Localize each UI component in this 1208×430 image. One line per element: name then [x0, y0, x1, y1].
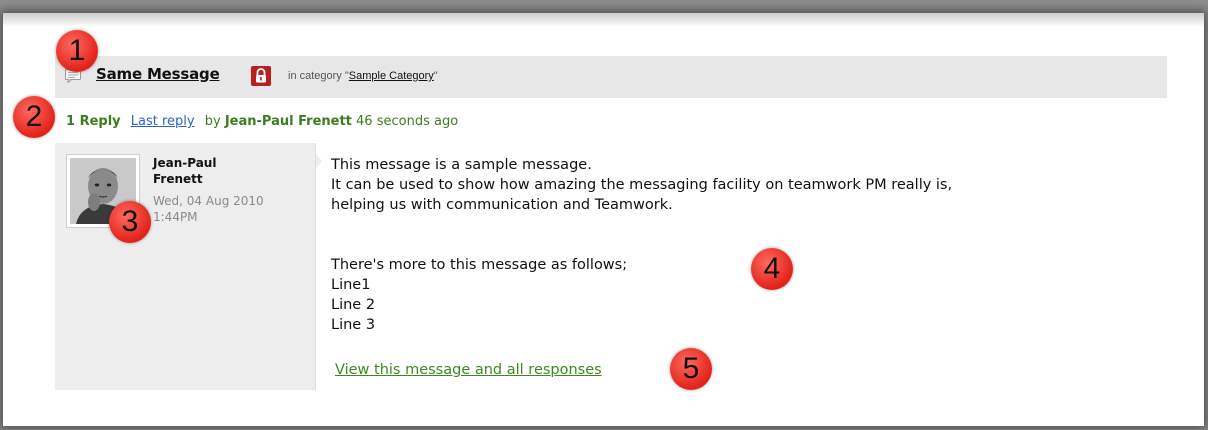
reply-author: Jean-Paul Frenett: [224, 114, 352, 129]
last-reply-link[interactable]: Last reply: [131, 114, 195, 129]
callout-badge-3: 3: [109, 201, 151, 243]
message-title[interactable]: Same Message: [96, 65, 220, 83]
category-prefix: in category ": [288, 70, 349, 82]
category-link[interactable]: Sample Category: [349, 70, 434, 82]
body-line: It can be used to show how amazing the m…: [331, 177, 953, 193]
reply-summary: 1 Reply Last reply by Jean-Paul Frenett …: [66, 114, 458, 129]
screenshot-paper: Same Message in category "Sample Categor…: [3, 13, 1204, 426]
reply-time: 46 seconds ago: [356, 114, 459, 129]
message-body: This message is a sample message. It can…: [331, 155, 1151, 335]
body-line: Line 3: [331, 317, 376, 333]
body-line: Line 2: [331, 297, 376, 313]
callout-badge-1: 1: [56, 30, 98, 72]
reply-count: 1 Reply: [66, 114, 121, 129]
body-paragraph-2: There's more to this message as follows;…: [331, 255, 1151, 335]
body-line: Line1: [331, 277, 371, 293]
body-paragraph-1: This message is a sample message. It can…: [331, 155, 1151, 215]
panel-divider: [315, 143, 316, 390]
callout-badge-2: 2: [13, 96, 55, 138]
by-label: by: [204, 114, 221, 129]
body-line: This message is a sample message.: [331, 157, 592, 173]
post-date: Wed, 04 Aug 2010 1:44PM: [153, 194, 264, 224]
author-panel: Jean-Paul Frenett Wed, 04 Aug 2010 1:44P…: [55, 143, 322, 390]
lock-icon: [251, 66, 271, 86]
body-line: helping us with communication and Teamwo…: [331, 197, 673, 213]
view-all-responses-link[interactable]: View this message and all responses: [335, 362, 602, 378]
message-header: Same Message in category "Sample Categor…: [55, 56, 1167, 98]
category-label: in category "Sample Category": [288, 70, 438, 82]
paper-fade: [3, 13, 1204, 27]
callout-badge-5: 5: [670, 348, 712, 390]
author-name: Jean-Paul Frenett: [153, 156, 217, 186]
category-suffix: ": [433, 70, 438, 82]
body-line: There's more to this message as follows;: [331, 257, 628, 273]
callout-badge-4: 4: [751, 248, 793, 290]
